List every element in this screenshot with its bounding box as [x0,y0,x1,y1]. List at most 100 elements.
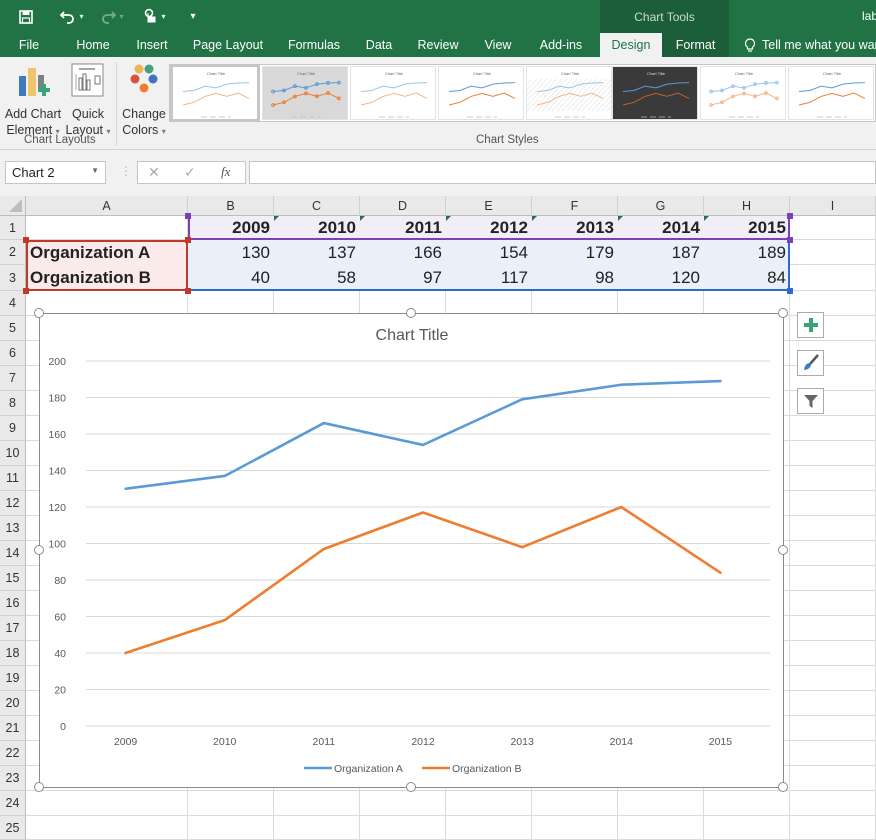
enter-icon[interactable]: ✓ [184,164,196,181]
cell-value[interactable]: 98 [532,265,618,291]
column-header-a[interactable]: A [26,196,188,216]
row-header-21[interactable]: 21 [0,716,26,741]
resize-handle-top-left[interactable] [34,308,44,318]
column-header-d[interactable]: D [360,196,446,216]
customize-qat-icon[interactable]: ▾ [178,0,208,33]
range-handle[interactable] [185,237,191,243]
tab-design[interactable]: Design [600,33,662,57]
row-header-23[interactable]: 23 [0,766,26,791]
cell-value[interactable]: 137 [274,240,360,265]
range-handle[interactable] [185,213,191,219]
formula-input[interactable] [249,161,876,184]
cell-header-year[interactable]: 2011 [360,216,446,240]
chart-style-option-4[interactable]: Chart Title [438,66,524,120]
row-header-12[interactable]: 12 [0,491,26,516]
row-header-15[interactable]: 15 [0,566,26,591]
cell-value[interactable]: 58 [274,265,360,291]
insert-function-icon[interactable]: fx [221,164,230,180]
column-header-h[interactable]: H [704,196,790,216]
resize-handle-bottom-right[interactable] [778,782,788,792]
tab-insert[interactable]: Insert [128,33,176,57]
formula-bar-grip-icon[interactable]: ⋮ [120,164,132,178]
range-handle[interactable] [787,237,793,243]
cell-value[interactable]: 166 [360,240,446,265]
row-header-19[interactable]: 19 [0,666,26,691]
cell-value[interactable]: 84 [704,265,790,291]
select-all-button[interactable] [0,196,26,216]
tab-review[interactable]: Review [410,33,466,57]
range-handle[interactable] [23,237,29,243]
cell-row-label[interactable]: Organization B [26,265,188,291]
chart-style-option-7[interactable]: Chart Title [700,66,786,120]
cell-value[interactable]: 189 [704,240,790,265]
row-header-11[interactable]: 11 [0,466,26,491]
cell-header-year[interactable]: 2012 [446,216,532,240]
row-header-16[interactable]: 16 [0,591,26,616]
tell-me-search[interactable]: Tell me what you want to do [744,33,876,57]
cell-header-year[interactable]: 2013 [532,216,618,240]
chart-style-option-6[interactable]: Chart Title [612,66,698,120]
cell-value[interactable]: 97 [360,265,446,291]
range-handle[interactable] [185,288,191,294]
chart-style-option-5[interactable]: Chart Title [526,66,612,120]
row-header-9[interactable]: 9 [0,416,26,441]
chart-filters-button[interactable] [797,388,824,414]
touch-mode-icon[interactable]: ▾ [132,0,178,33]
chart-style-option-3[interactable]: Chart Title [350,66,436,120]
column-header-b[interactable]: B [188,196,274,216]
tab-page-layout[interactable]: Page Layout [186,33,270,57]
resize-handle-top[interactable] [406,308,416,318]
name-box-dropdown-icon[interactable]: ▼ [91,166,99,175]
resize-handle-left[interactable] [34,545,44,555]
change-colors-button[interactable]: Change Colors ▾ [120,62,168,140]
row-header-4[interactable]: 4 [0,291,26,316]
cell-value[interactable]: 120 [618,265,704,291]
cancel-icon[interactable]: ✕ [148,164,160,181]
cell-header-year[interactable]: 2015 [704,216,790,240]
tab-format[interactable]: Format [662,33,729,57]
cell-value[interactable]: 154 [446,240,532,265]
chart-style-option-1[interactable]: Chart Title [170,64,260,122]
name-box[interactable]: Chart 2 ▼ [5,161,106,184]
chart-style-option-2[interactable]: Chart Title [262,66,348,120]
cell-header-year[interactable]: 2009 [188,216,274,240]
row-header-20[interactable]: 20 [0,691,26,716]
cell-header-year[interactable]: 2010 [274,216,360,240]
cell-row-label[interactable]: Organization A [26,240,188,265]
column-header-e[interactable]: E [446,196,532,216]
undo-icon[interactable]: ▾ [52,0,92,33]
row-header-22[interactable]: 22 [0,741,26,766]
column-header-g[interactable]: G [618,196,704,216]
row-header-5[interactable]: 5 [0,316,26,341]
row-header-10[interactable]: 10 [0,441,26,466]
resize-handle-bottom-left[interactable] [34,782,44,792]
row-header-14[interactable]: 14 [0,541,26,566]
quick-layout-button[interactable]: Quick Layout ▾ [64,62,112,140]
cell-value[interactable]: 117 [446,265,532,291]
tab-formulas[interactable]: Formulas [280,33,348,57]
resize-handle-bottom[interactable] [406,782,416,792]
row-header-25[interactable]: 25 [0,816,26,840]
row-header-17[interactable]: 17 [0,616,26,641]
row-header-24[interactable]: 24 [0,791,26,816]
cell-header-year[interactable]: 2014 [618,216,704,240]
cell-value[interactable]: 40 [188,265,274,291]
row-header-7[interactable]: 7 [0,366,26,391]
row-header-8[interactable]: 8 [0,391,26,416]
tab-home[interactable]: Home [66,33,120,57]
row-header-2[interactable]: 2 [0,240,26,265]
chart-styles-button[interactable] [797,350,824,376]
column-header-i[interactable]: I [790,196,876,216]
tab-data[interactable]: Data [356,33,402,57]
chart-elements-button[interactable] [797,312,824,338]
tab-add-ins[interactable]: Add-ins [530,33,592,57]
redo-icon[interactable]: ▾ [92,0,132,33]
save-icon[interactable] [0,0,52,33]
range-handle[interactable] [787,213,793,219]
cell-value[interactable]: 179 [532,240,618,265]
cell-value[interactable]: 130 [188,240,274,265]
column-header-f[interactable]: F [532,196,618,216]
chart-object[interactable]: Chart Title 0 20 40 60 80 100 120 140 160 180 200 20… [39,313,784,788]
row-header-6[interactable]: 6 [0,341,26,366]
add-chart-element-button[interactable]: Add Chart Element ▾ [3,62,63,140]
